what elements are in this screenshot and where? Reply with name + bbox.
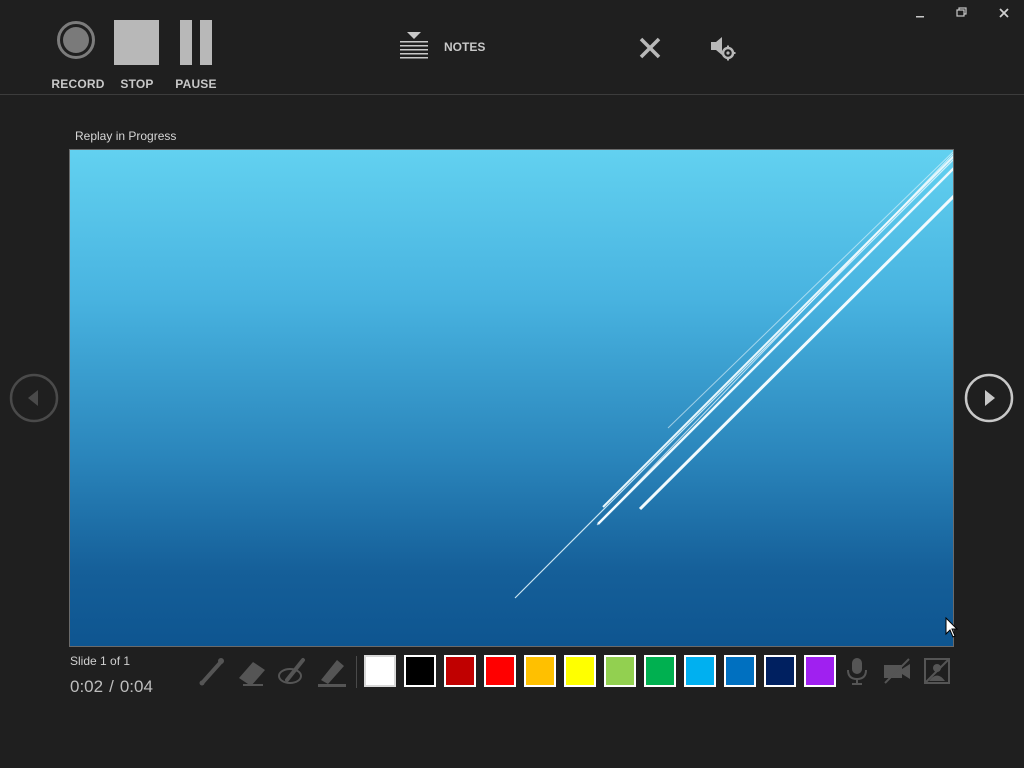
next-slide-button[interactable]: [964, 373, 1014, 423]
ink-color-white[interactable]: [364, 655, 396, 687]
slide-preview: [69, 149, 954, 647]
time-separator: /: [109, 677, 114, 696]
record-label: RECORD: [51, 77, 105, 91]
elapsed-time: 0:02 / 0:04: [70, 677, 153, 697]
time-current: 0:02: [70, 677, 104, 696]
close-x-icon[interactable]: [636, 34, 664, 62]
eraser-icon[interactable]: [235, 654, 269, 688]
microphone-icon[interactable]: [842, 656, 872, 686]
previous-slide-button[interactable]: [9, 373, 59, 423]
mouse-cursor-icon: [945, 617, 959, 638]
minimize-icon[interactable]: [910, 4, 930, 22]
tools-divider: [356, 656, 357, 688]
ink-color-dark-red[interactable]: [444, 655, 476, 687]
ink-color-dark-blue[interactable]: [764, 655, 796, 687]
laser-pointer-icon[interactable]: [195, 654, 229, 688]
notes-button[interactable]: NOTES: [396, 30, 496, 64]
camera-off-icon[interactable]: [882, 656, 912, 686]
ink-color-light-blue[interactable]: [684, 655, 716, 687]
highlighter-icon[interactable]: [315, 654, 349, 688]
pause-label: PAUSE: [175, 77, 217, 91]
ink-color-red[interactable]: [484, 655, 516, 687]
pause-button[interactable]: PAUSE: [166, 18, 226, 91]
replay-status: Replay in Progress: [75, 129, 177, 143]
stop-label: STOP: [120, 77, 154, 91]
ink-color-yellow[interactable]: [564, 655, 596, 687]
recording-toolbar: RECORD STOP PAUSE NOTES: [0, 0, 1024, 94]
pause-icon: [166, 18, 226, 68]
ink-color-purple[interactable]: [804, 655, 836, 687]
ink-color-green[interactable]: [644, 655, 676, 687]
ink-color-orange[interactable]: [524, 655, 556, 687]
record-button[interactable]: RECORD: [48, 18, 108, 91]
slide-streak-lines: [514, 151, 953, 599]
recording-window: RECORD STOP PAUSE NOTES Replay in Progre…: [0, 0, 1024, 768]
toolbar-divider: [0, 94, 1024, 95]
pen-icon[interactable]: [275, 654, 309, 688]
ink-color-light-green[interactable]: [604, 655, 636, 687]
slide-count: Slide 1 of 1: [70, 654, 131, 668]
time-total: 0:04: [119, 677, 153, 696]
stop-button[interactable]: STOP: [107, 18, 167, 91]
close-icon[interactable]: [994, 4, 1014, 22]
record-icon: [48, 18, 108, 68]
restore-icon[interactable]: [952, 4, 972, 22]
ink-color-black[interactable]: [404, 655, 436, 687]
stop-icon: [107, 18, 167, 68]
camera-preview-off-icon[interactable]: [922, 656, 952, 686]
chevron-left-circle-icon: [9, 373, 59, 423]
notes-label: NOTES: [444, 40, 486, 54]
notes-icon: [400, 32, 428, 59]
ink-color-blue[interactable]: [724, 655, 756, 687]
speaker-settings-icon[interactable]: [708, 34, 736, 62]
chevron-right-circle-icon: [964, 373, 1014, 423]
